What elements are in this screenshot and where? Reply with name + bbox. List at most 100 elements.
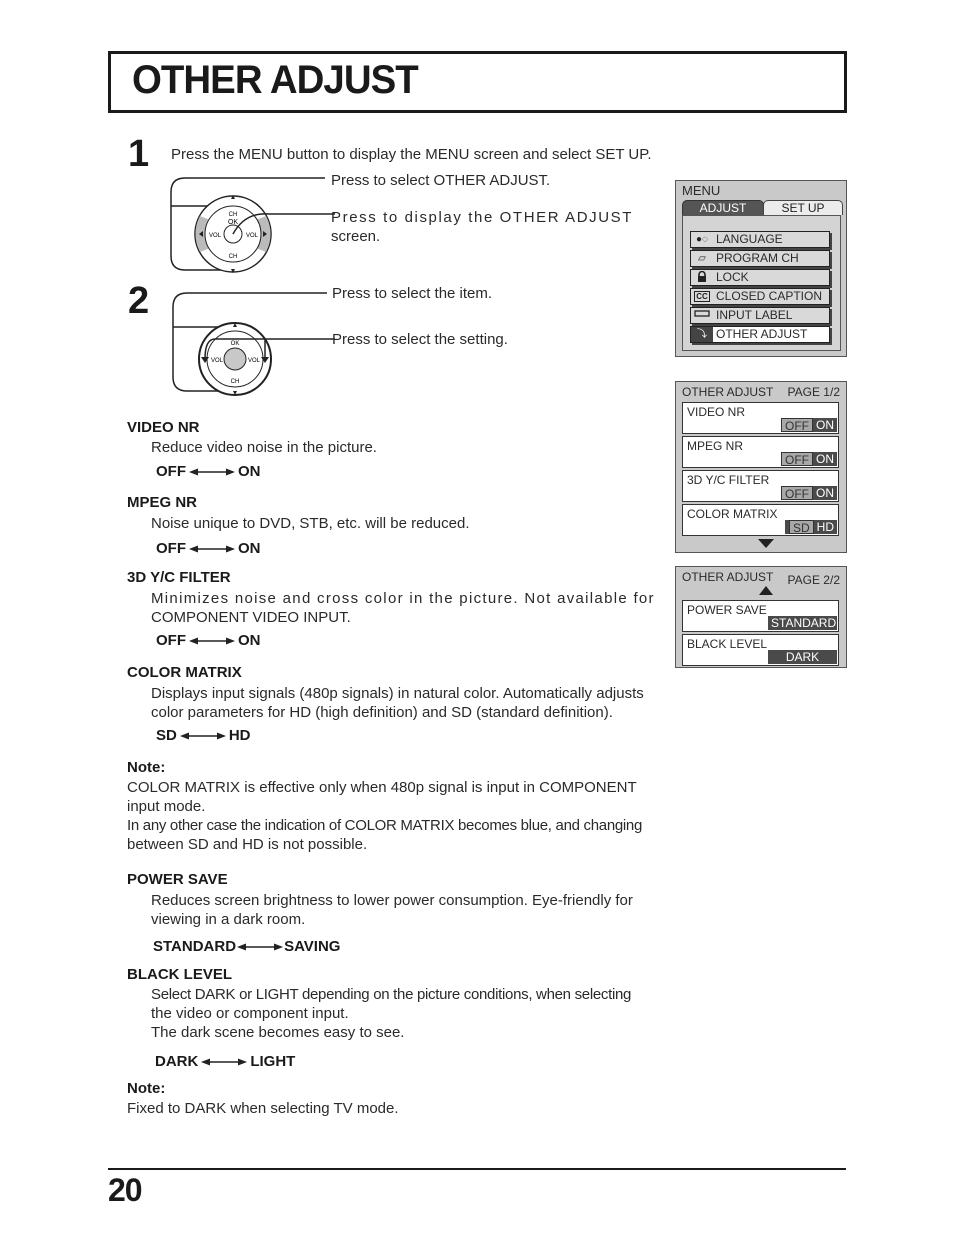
menu-title: MENU xyxy=(682,183,721,198)
note-2-line1: Fixed to DARK when selecting TV mode. xyxy=(127,1100,399,1117)
page1-title: OTHER ADJUST xyxy=(682,385,774,399)
callout-select-setting: Press to select the setting. xyxy=(332,331,508,348)
double-arrow-icon xyxy=(189,545,235,552)
input-label-icon xyxy=(693,309,711,322)
page2-title: OTHER ADJUST xyxy=(682,570,774,584)
setting-power-save[interactable]: POWER SAVE STANDARD xyxy=(682,600,839,632)
callout-display-other-adjust: Press to display the OTHER ADJUST xyxy=(331,209,634,226)
option-off[interactable]: OFF xyxy=(781,418,813,433)
program-ch-icon: ▱ xyxy=(698,253,706,264)
step-1-number: 1 xyxy=(128,133,150,175)
option-off[interactable]: OFF xyxy=(781,486,813,501)
option-range-3d-yc-filter: OFF ON xyxy=(156,632,261,649)
option-range-video-nr: OFF ON xyxy=(156,463,261,480)
double-arrow-icon xyxy=(189,468,235,475)
page1-page-indicator: PAGE 1/2 xyxy=(787,385,840,399)
note-1-line2: input mode. xyxy=(127,798,206,815)
scroll-down-arrow-icon[interactable] xyxy=(758,539,774,548)
option-range-black-level: DARK LIGHT xyxy=(155,1053,295,1070)
ok-label: OK xyxy=(231,341,240,347)
menu-screen-panel: MENU ADJUST SET UP ●◌ LANGUAGE ▱ PROGRAM… xyxy=(675,180,847,357)
menu-item-program-ch[interactable]: ▱ PROGRAM CH xyxy=(690,250,830,267)
section-heading-mpeg-nr: MPEG NR xyxy=(127,494,198,511)
value-black-level[interactable]: DARK xyxy=(768,650,837,664)
menu-item-lock[interactable]: LOCK xyxy=(690,269,830,286)
step-1-instruction: Press the MENU button to display the MEN… xyxy=(171,146,652,163)
option-off[interactable]: OFF xyxy=(781,452,813,467)
ok-button xyxy=(223,347,247,371)
remote-dpad-diagram-2: OK CH VOL VOL xyxy=(172,292,335,396)
option-end: ON xyxy=(238,540,261,557)
setting-black-level[interactable]: BLACK LEVEL DARK xyxy=(682,634,839,666)
option-range-color-matrix: SD HD xyxy=(156,727,251,744)
scroll-up-arrow-icon[interactable] xyxy=(759,586,773,595)
section-desc-mpeg-nr: Noise unique to DVD, STB, etc. will be r… xyxy=(151,515,470,532)
section-desc-3d-yc-filter-line1: Minimizes noise and cross color in the p… xyxy=(151,590,655,607)
section-desc-color-matrix-line1: Displays input signals (480p signals) in… xyxy=(151,685,644,702)
section-desc-black-level-line3: The dark scene becomes easy to see. xyxy=(151,1024,405,1041)
value-power-save[interactable]: STANDARD xyxy=(768,616,837,630)
option-start: STANDARD xyxy=(153,938,237,955)
menu-item-language[interactable]: ●◌ LANGUAGE xyxy=(690,231,830,248)
section-desc-black-level-line1: Select DARK or LIGHT depending on the pi… xyxy=(151,986,632,1003)
option-range-power-save: STANDARD SAVING xyxy=(153,938,340,955)
option-start: OFF xyxy=(156,632,186,649)
other-adjust-icon: ⤵ xyxy=(691,327,713,342)
callout-select-item: Press to select the item. xyxy=(332,285,493,302)
option-on[interactable]: ON xyxy=(813,486,837,500)
section-heading-video-nr: VIDEO NR xyxy=(127,419,200,436)
step-2-number: 2 xyxy=(128,280,150,322)
option-sd[interactable]: SD xyxy=(788,520,814,535)
option-start: OFF xyxy=(156,463,186,480)
option-hd[interactable]: HD xyxy=(813,520,837,534)
toggle-3d-yc-filter[interactable]: OFF ON xyxy=(781,486,837,501)
option-end: HD xyxy=(228,727,251,744)
option-end: LIGHT xyxy=(250,1053,296,1070)
ch-down-label: CH xyxy=(231,379,240,385)
vol-right-label: VOL xyxy=(246,233,259,239)
tab-adjust[interactable]: ADJUST xyxy=(682,200,764,216)
double-arrow-icon xyxy=(189,637,235,644)
ok-label: OK xyxy=(228,219,238,226)
section-heading-color-matrix: COLOR MATRIX xyxy=(127,664,242,681)
page-title: OTHER ADJUST xyxy=(132,58,419,102)
footer-rule xyxy=(108,1168,846,1170)
note-label-2: Note: xyxy=(127,1080,166,1097)
callout-select-other-adjust: Press to select OTHER ADJUST. xyxy=(331,172,551,189)
section-desc-black-level-line2: the video or component input. xyxy=(151,1005,349,1022)
toggle-video-nr[interactable]: OFF ON xyxy=(781,418,837,433)
option-start: OFF xyxy=(156,540,186,557)
note-label-1: Note: xyxy=(127,759,166,776)
menu-item-other-adjust[interactable]: ⤵ OTHER ADJUST xyxy=(690,326,830,343)
toggle-mpeg-nr[interactable]: OFF ON xyxy=(781,452,837,467)
note-1-line1: COLOR MATRIX is effective only when 480p… xyxy=(127,779,637,796)
lock-icon xyxy=(693,270,711,284)
vol-left-label: VOL xyxy=(211,358,224,364)
page-title-box: OTHER ADJUST xyxy=(108,51,847,113)
tab-set-up[interactable]: SET UP xyxy=(763,200,843,215)
double-arrow-icon xyxy=(237,943,284,950)
option-end: SAVING xyxy=(284,938,341,955)
note-1-line4: between SD and HD is not possible. xyxy=(127,836,368,853)
setting-3d-yc-filter[interactable]: 3D Y/C FILTER OFF ON xyxy=(682,470,839,502)
option-on[interactable]: ON xyxy=(813,452,837,466)
page-number: 20 xyxy=(108,1172,143,1208)
menu-item-closed-caption[interactable]: CC CLOSED CAPTION xyxy=(690,288,830,305)
toggle-color-matrix[interactable]: SD HD xyxy=(784,520,837,535)
option-on[interactable]: ON xyxy=(813,418,837,432)
page2-page-indicator: PAGE 2/2 xyxy=(787,573,840,587)
section-heading-3d-yc-filter: 3D Y/C FILTER xyxy=(127,569,231,586)
setting-color-matrix[interactable]: COLOR MATRIX SD HD xyxy=(682,504,839,536)
section-desc-color-matrix-line2: color parameters for HD (high definition… xyxy=(151,704,613,721)
ch-down-label: CH xyxy=(229,254,238,260)
setting-video-nr[interactable]: VIDEO NR OFF ON xyxy=(682,402,839,434)
ch-up-label: CH xyxy=(229,212,238,218)
option-end: ON xyxy=(238,463,261,480)
menu-item-input-label[interactable]: INPUT LABEL xyxy=(690,307,830,324)
section-heading-power-save: POWER SAVE xyxy=(127,871,228,888)
setting-mpeg-nr[interactable]: MPEG NR OFF ON xyxy=(682,436,839,468)
closed-caption-icon: CC xyxy=(694,291,710,302)
double-arrow-icon xyxy=(201,1058,248,1065)
remote-dpad-diagram-1: CH OK CH VOL VOL xyxy=(170,177,335,273)
option-start: DARK xyxy=(155,1053,199,1070)
